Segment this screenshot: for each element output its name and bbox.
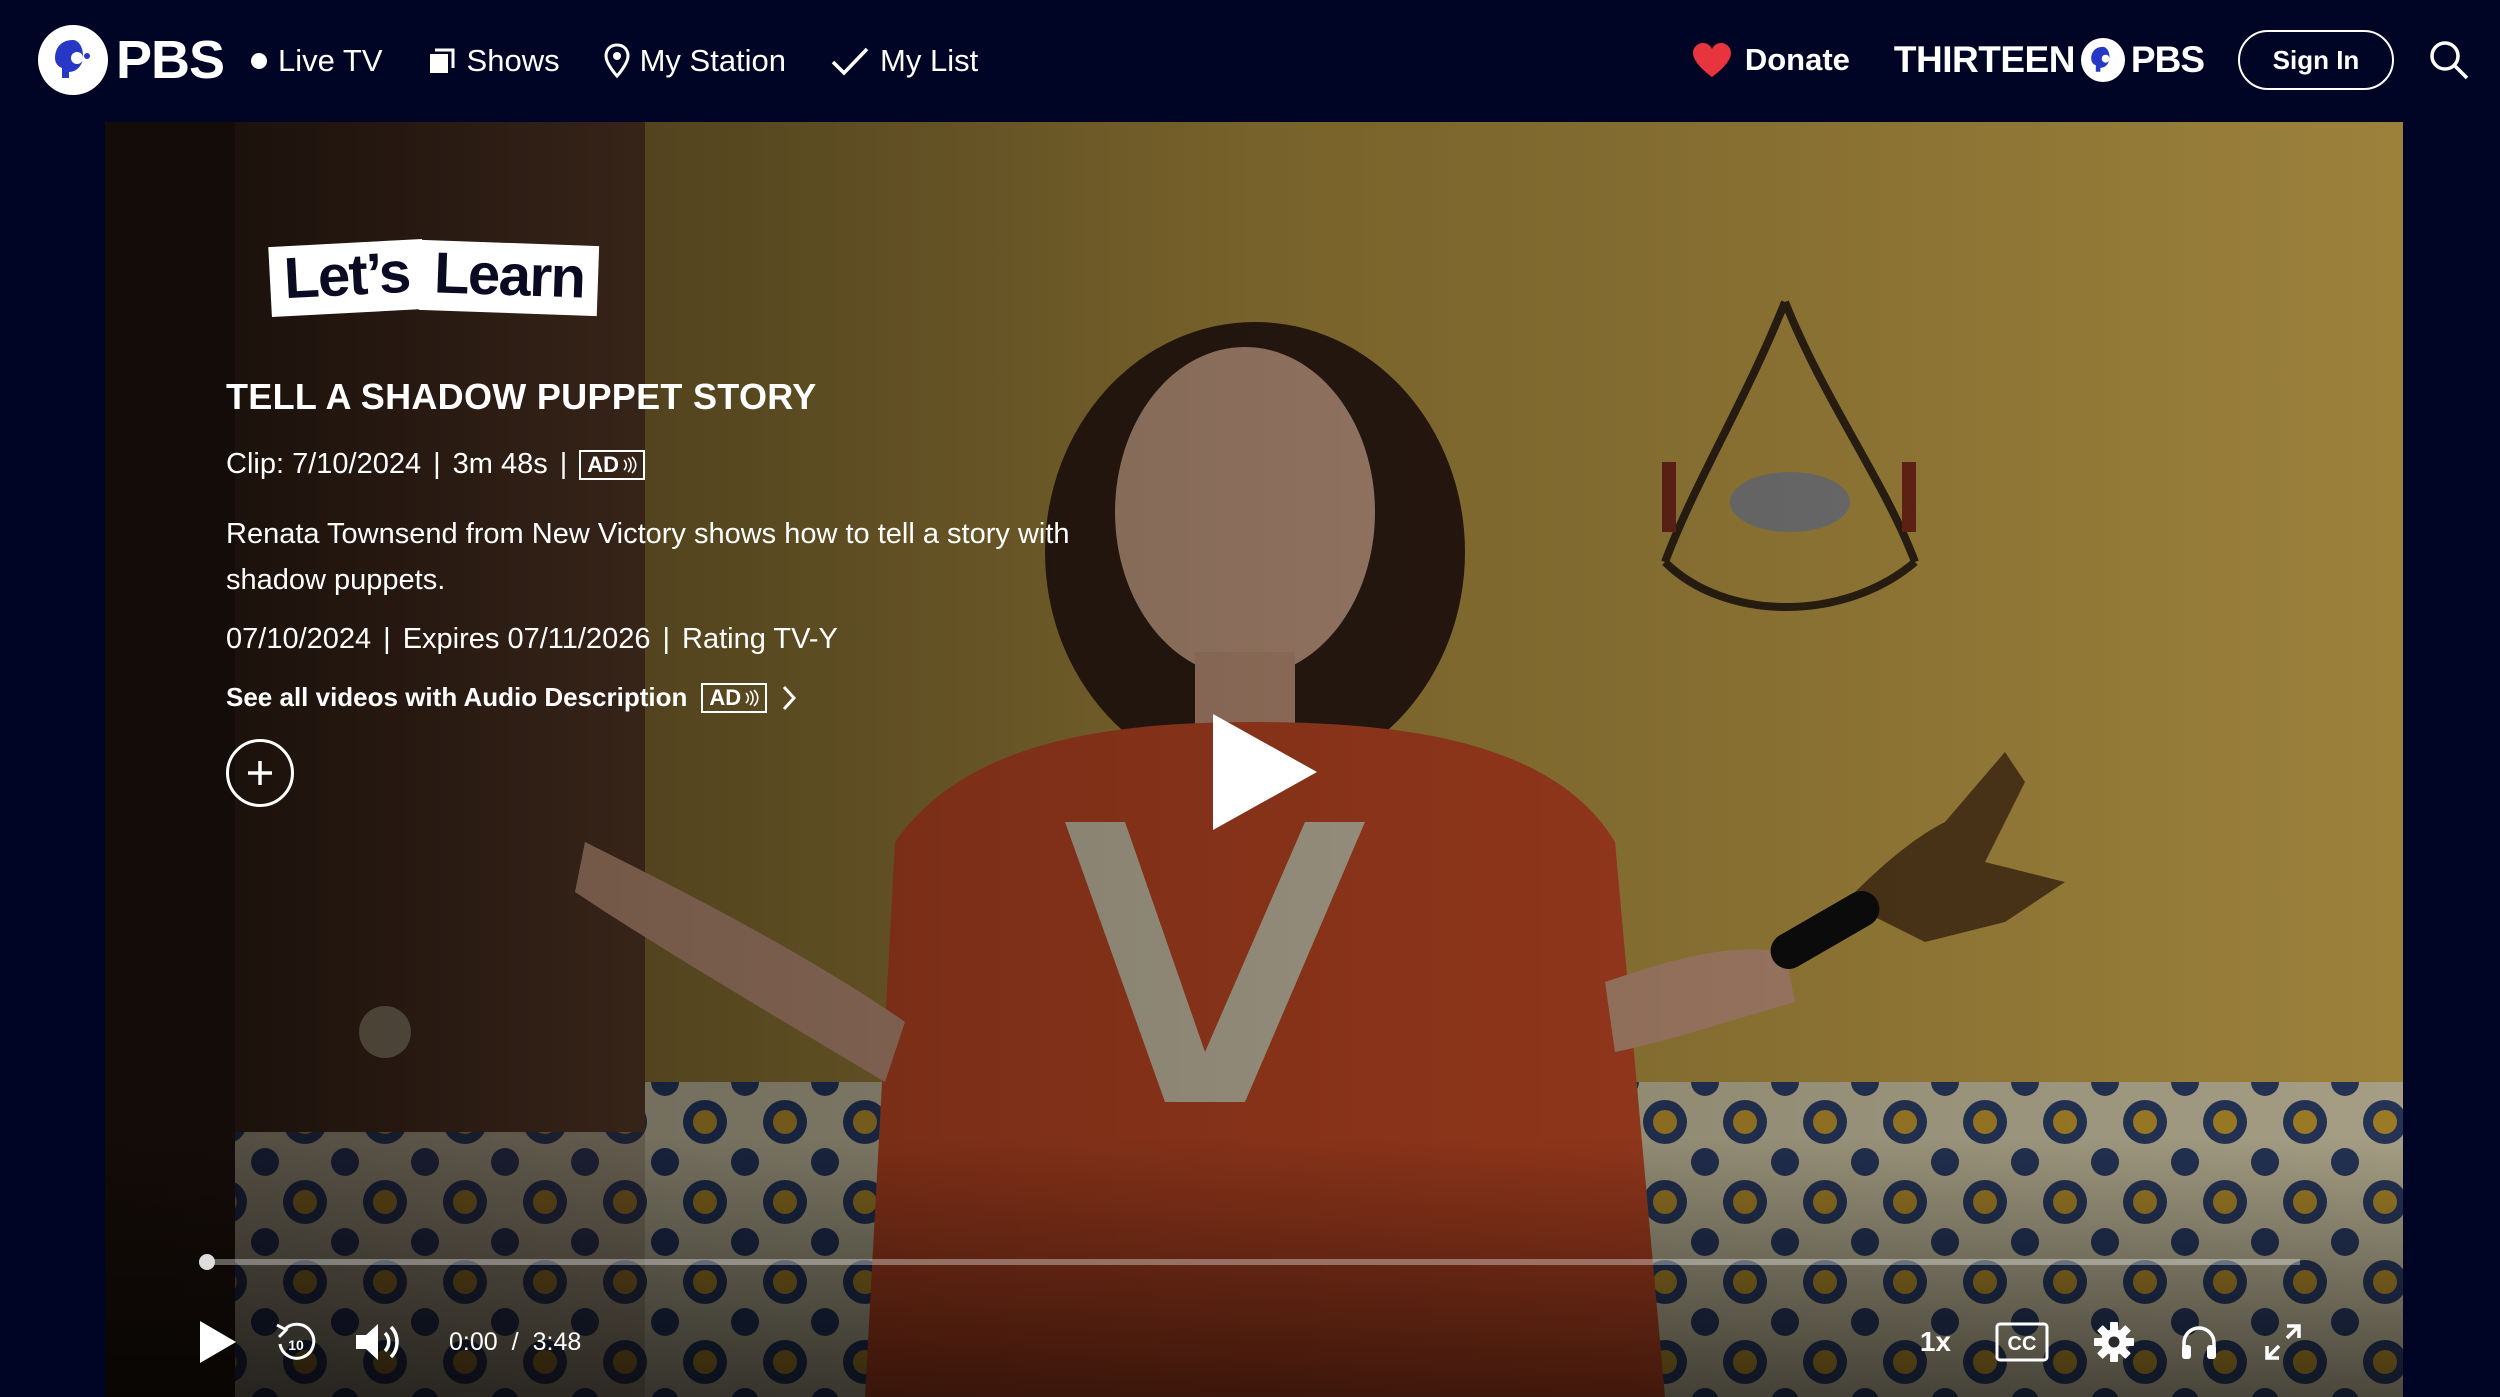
video-title: TELL A SHADOW PUPPET STORY [226, 376, 817, 417]
top-navigation: PBS Live TV Shows My Station My List Don… [0, 0, 2500, 122]
nav-live-tv-label: Live TV [278, 43, 383, 78]
nav-my-station-label: My Station [639, 43, 787, 78]
availability-row: 07/10/2024 | Expires 07/11/2026 | Rating… [226, 623, 1186, 656]
shows-icon [429, 48, 455, 73]
clip-duration: 3m 48s [452, 448, 548, 480]
search-button[interactable] [2428, 39, 2470, 81]
nav-right: Donate THIRTEEN PBS Sign In [1691, 28, 2470, 92]
time-display: 0:00 / 3:48 [449, 1328, 581, 1357]
rewind-10-button[interactable]: 10 [273, 1319, 319, 1365]
rating: Rating TV-Y [682, 623, 838, 655]
audio-description-badge: AD [701, 682, 768, 713]
meta-separator: | [383, 623, 391, 655]
gear-icon [2094, 1322, 2134, 1362]
ad-link-label: See all videos with Audio Description [226, 682, 688, 712]
logo-text: PBS [116, 30, 225, 90]
add-to-list-button[interactable] [226, 739, 294, 807]
sound-waves-icon [745, 688, 759, 707]
meta-separator: | [662, 623, 670, 655]
donate-label: Donate [1744, 42, 1850, 77]
controls-right: 1x CC [1920, 1312, 2303, 1372]
main-menu: Live TV Shows My Station My List [250, 36, 978, 86]
lets-learn-logo-part2: Learn [418, 239, 600, 317]
play-icon [1213, 714, 1317, 830]
fullscreen-button[interactable] [2263, 1322, 2303, 1362]
big-play-button[interactable] [1195, 702, 1335, 842]
time-separator: / [511, 1327, 519, 1356]
nav-shows-label: Shows [466, 43, 560, 78]
audio-description-button[interactable] [2179, 1323, 2219, 1361]
chevron-right-icon [783, 685, 797, 710]
video-info-panel: Let’s Learn TELL A SHADOW PUPPET STORY C… [226, 232, 1186, 807]
nav-my-list[interactable]: My List [830, 43, 978, 79]
meta-separator: | [559, 448, 568, 480]
closed-captions-button[interactable]: CC [1995, 1322, 2049, 1362]
video-player[interactable]: Let’s Learn TELL A SHADOW PUPPET STORY C… [105, 122, 2403, 1397]
volume-button[interactable] [353, 1320, 403, 1364]
meta-separator: | [433, 448, 441, 480]
audio-description-link[interactable]: See all videos with Audio Description AD [226, 682, 1186, 713]
checkmark-icon [831, 47, 869, 76]
headphones-icon [2182, 1326, 2216, 1359]
expiration-date: Expires 07/11/2026 [402, 623, 651, 655]
ad-badge-label: AD [587, 451, 620, 477]
controls-left: 10 0:00 / 3:48 [197, 1312, 581, 1372]
current-time: 0:00 [449, 1327, 498, 1356]
settings-button[interactable] [2093, 1321, 2135, 1363]
pbs-logo[interactable]: PBS [38, 24, 225, 96]
nav-live-tv[interactable]: Live TV [250, 43, 383, 79]
svg-text:10: 10 [288, 1337, 304, 1353]
heart-icon [1692, 43, 1731, 77]
volume-icon [356, 1324, 399, 1360]
rewind-10-icon: 10 [276, 1322, 316, 1360]
fullscreen-icon [2265, 1324, 2301, 1360]
location-pin-icon [604, 43, 630, 79]
search-icon [2430, 41, 2469, 80]
sign-in-button[interactable]: Sign In [2238, 30, 2394, 90]
playback-speed-button[interactable]: 1x [1920, 1326, 1951, 1358]
lets-learn-logo-part1: Let’s [268, 239, 426, 317]
clip-date: Clip: 7/10/2024 [226, 448, 422, 480]
pbs-head-icon [38, 25, 108, 95]
station-name: THIRTEEN [1893, 39, 2076, 80]
pbs-head-small-icon [2080, 38, 2125, 82]
play-icon [200, 1321, 236, 1363]
clip-meta: Clip: 7/10/2024 | 3m 48s | AD [226, 448, 1186, 481]
cc-label: CC [2008, 1333, 2037, 1355]
progress-bar[interactable] [199, 1254, 2300, 1270]
lets-learn-logo: Let’s Learn [268, 232, 600, 324]
plus-icon [248, 761, 272, 785]
station-brand: PBS [2130, 39, 2205, 80]
sound-waves-icon [623, 455, 637, 474]
station-logo[interactable]: THIRTEEN PBS [1893, 38, 2205, 82]
progress-scrubber[interactable] [199, 1254, 215, 1270]
audio-description-badge: AD [579, 449, 646, 480]
air-date: 07/10/2024 [226, 623, 372, 655]
nav-my-list-label: My List [880, 43, 979, 78]
video-description: Renata Townsend from New Victory shows h… [226, 518, 1070, 596]
nav-shows[interactable]: Shows [427, 43, 560, 79]
total-time: 3:48 [532, 1327, 582, 1356]
play-button[interactable] [197, 1318, 239, 1366]
cc-icon: CC [1995, 1322, 2049, 1362]
donate-button[interactable]: Donate [1691, 42, 1850, 78]
nav-my-station[interactable]: My Station [604, 43, 786, 79]
dot-icon [251, 53, 267, 69]
ad-badge-label: AD [709, 684, 742, 710]
